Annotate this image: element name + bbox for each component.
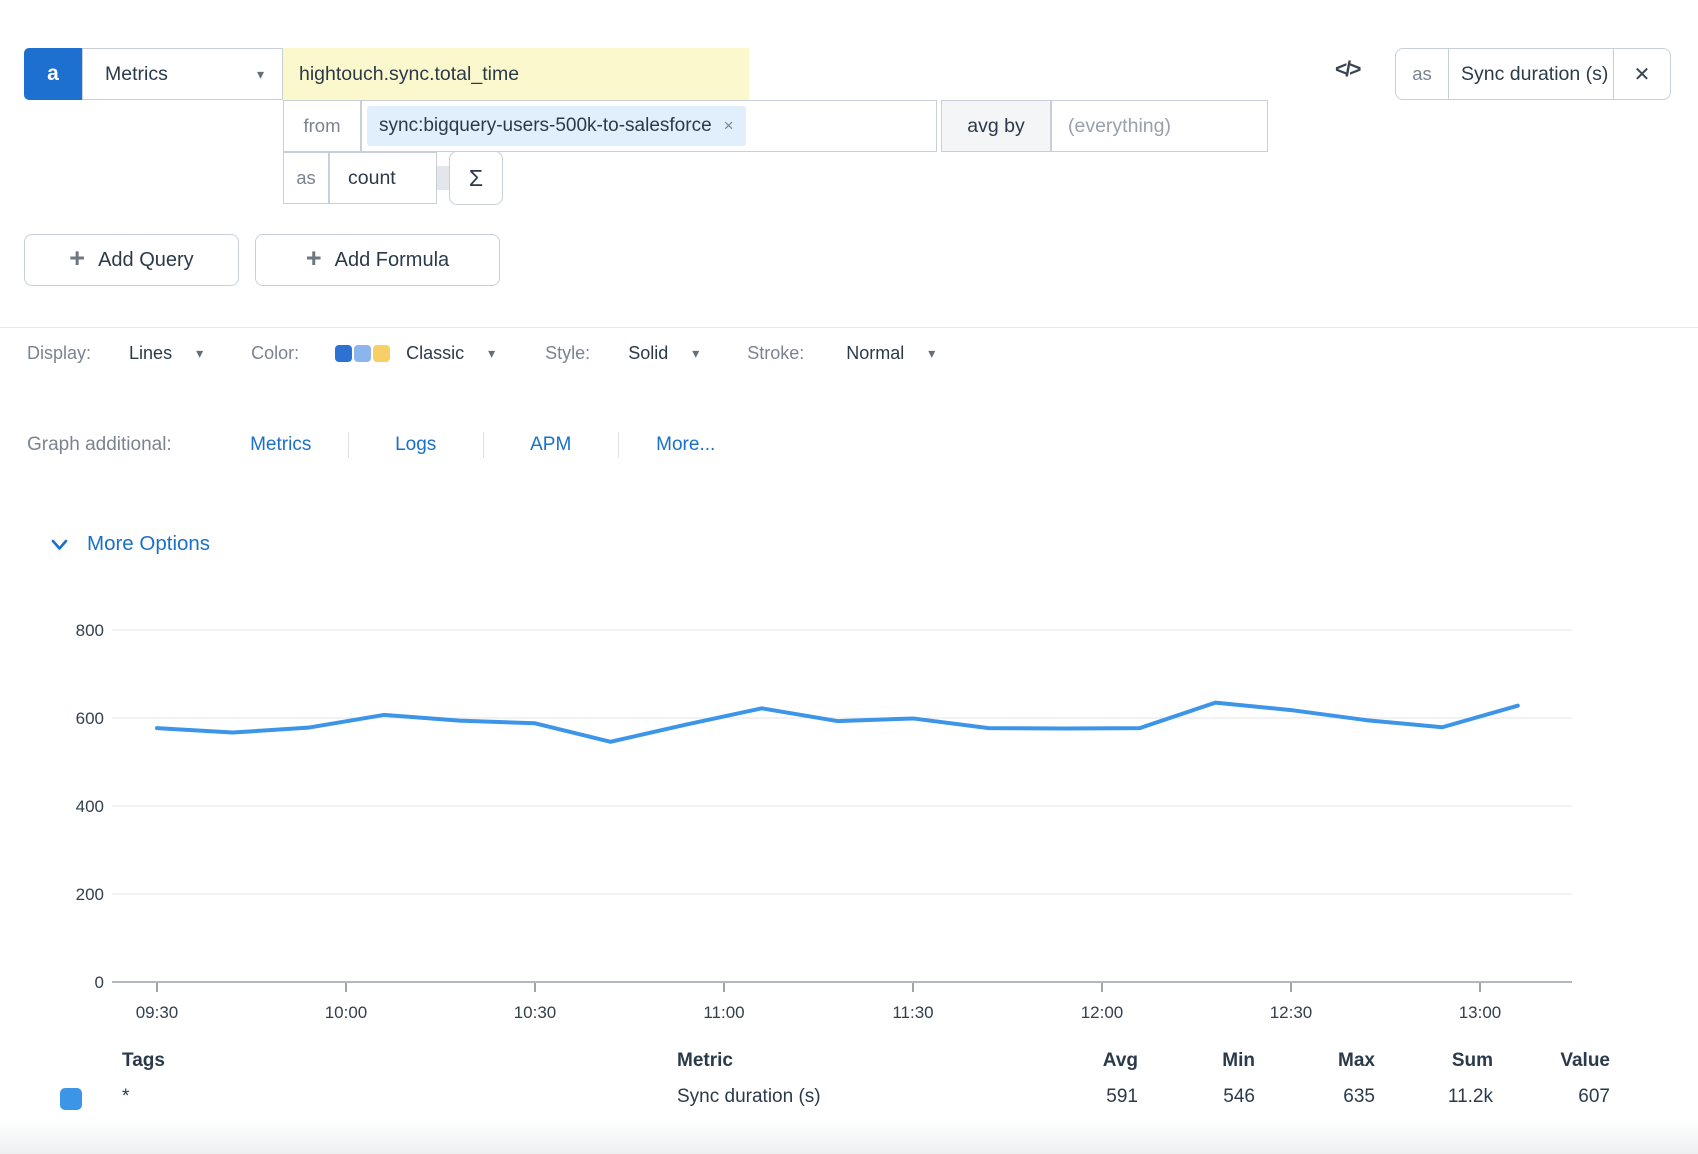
series-value-value: 607 [1490,1086,1610,1108]
filter-tag[interactable]: sync:bigquery-users-500k-to-salesforce × [367,106,746,146]
svg-text:400: 400 [76,797,104,816]
stroke-label: Stroke: [747,343,804,364]
add-query-button[interactable]: + Add Query [24,234,239,286]
more-options-label: More Options [87,532,210,556]
aggregator-select[interactable]: count [329,152,437,204]
min-column-header: Min [1135,1050,1255,1072]
avg-column-header: Avg [1018,1050,1138,1072]
alias-group: as Sync duration (s) ✕ [1395,48,1671,100]
svg-text:13:00: 13:00 [1459,1003,1502,1022]
group-by-input[interactable]: (everything) [1051,100,1268,152]
timeseries-chart[interactable]: 0 200 400 600 800 09:30 10:00 10:30 11:00 11:30 12… [0,0,1698,1154]
metric-name-input[interactable]: hightouch.sync.total_time [283,48,749,100]
add-formula-button[interactable]: + Add Formula [255,234,500,286]
chevron-down-icon: ▾ [257,66,264,83]
palette-color-2 [354,345,371,362]
svg-text:11:30: 11:30 [892,1003,933,1022]
color-palette-swatch[interactable] [335,345,390,362]
section-divider [0,327,1698,328]
tags-column-header: Tags [122,1050,165,1072]
graph-additional-bar: Graph additional: Metrics Logs APM More.… [27,430,753,460]
chevron-down-icon: ▾ [928,345,935,362]
style-select[interactable]: Solid [628,343,668,364]
palette-color-1 [335,345,352,362]
bottom-fade [0,1120,1698,1154]
alias-as-label: as [1396,49,1449,99]
query-letter-badge[interactable]: a [24,48,82,100]
series-avg-value: 591 [1018,1086,1138,1108]
chevron-down-icon: ▾ [692,345,699,362]
max-column-header: Max [1255,1050,1375,1072]
stroke-select[interactable]: Normal [846,343,904,364]
value-column-header: Value [1490,1050,1610,1072]
sum-column-header: Sum [1373,1050,1493,1072]
add-query-label: Add Query [98,249,194,272]
alias-input[interactable]: Sync duration (s) [1449,49,1613,99]
rollup-sigma-button[interactable]: Σ [449,151,503,205]
data-source-value: Metrics [105,63,168,86]
svg-text:11:00: 11:00 [703,1003,744,1022]
palette-color-3 [373,345,390,362]
metric-column-header: Metric [677,1050,733,1072]
svg-text:12:30: 12:30 [1270,1003,1313,1022]
filter-input[interactable]: sync:bigquery-users-500k-to-salesforce × [361,100,937,152]
chevron-down-icon: ▾ [488,345,495,362]
filter-tag-label: sync:bigquery-users-500k-to-salesforce [379,115,712,137]
chevron-down-icon: ▾ [196,345,203,362]
more-options-toggle[interactable]: More Options [48,532,210,556]
code-view-icon[interactable]: </> [1335,58,1359,82]
style-label: Style: [545,343,590,364]
data-source-select[interactable]: Metrics ▾ [82,48,283,100]
svg-text:0: 0 [95,973,104,992]
display-label: Display: [27,343,91,364]
plus-icon: + [69,245,85,272]
svg-text:09:30: 09:30 [136,1003,179,1022]
space-aggregator-select[interactable]: avg by [941,100,1051,152]
series-tags-value[interactable]: * [122,1086,129,1108]
color-label: Color: [251,343,299,364]
svg-text:800: 800 [76,621,104,640]
from-label: from [283,100,361,152]
graph-additional-metrics-link[interactable]: Metrics [214,434,348,456]
series-sum-value: 11.2k [1373,1086,1493,1108]
plus-icon: + [306,245,322,272]
svg-text:200: 200 [76,885,104,904]
graph-additional-apm-link[interactable]: APM [484,434,618,456]
chevron-down-icon [48,533,71,556]
sigma-connector [437,166,449,190]
graph-additional-label: Graph additional: [27,434,172,456]
svg-text:600: 600 [76,709,104,728]
remove-tag-icon[interactable]: × [724,116,734,136]
display-options-bar: Display: Lines ▾ Color: Classic ▾ Style:… [27,338,935,368]
close-icon[interactable]: ✕ [1613,49,1670,99]
color-select[interactable]: Classic [406,343,464,364]
svg-text:10:30: 10:30 [514,1003,557,1022]
svg-text:10:00: 10:00 [325,1003,368,1022]
add-formula-label: Add Formula [335,249,450,272]
display-select[interactable]: Lines [129,343,172,364]
graph-additional-more-link[interactable]: More... [619,434,753,456]
graph-additional-logs-link[interactable]: Logs [349,434,483,456]
series-max-value: 635 [1255,1086,1375,1108]
svg-text:12:00: 12:00 [1081,1003,1124,1022]
series-min-value: 546 [1135,1086,1255,1108]
series-metric-name[interactable]: Sync duration (s) [677,1086,821,1108]
series-color-swatch[interactable] [60,1088,82,1110]
as-label: as [283,152,329,204]
